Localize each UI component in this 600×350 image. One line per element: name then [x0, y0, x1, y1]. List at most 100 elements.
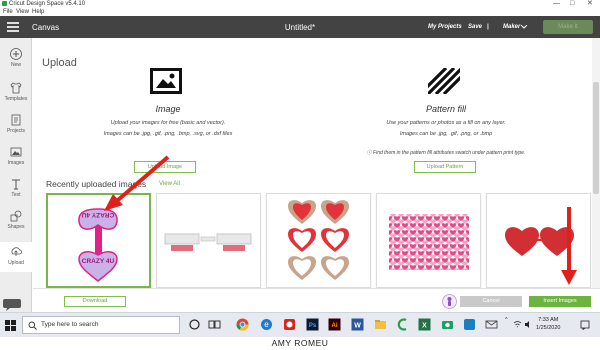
excel-icon[interactable]: X: [418, 318, 431, 331]
illustrator-icon[interactable]: Ai: [328, 318, 341, 331]
windows-taskbar: Type here to search e Ps Ai W X ^ 7:33 A…: [0, 312, 600, 337]
image-option-title: Image: [155, 104, 181, 114]
red-app-icon[interactable]: [283, 318, 296, 331]
photoshop-icon[interactable]: Ps: [306, 318, 319, 331]
sidebar-item-shapes[interactable]: Shapes: [0, 206, 32, 236]
image-option-description: Upload your images for free (basic and v…: [110, 120, 226, 126]
cortana-icon[interactable]: [188, 318, 201, 331]
shirt-icon: [10, 82, 22, 94]
svg-text:Ai: Ai: [332, 323, 338, 329]
menu-help[interactable]: Help: [32, 8, 44, 16]
text-icon: [12, 179, 20, 190]
camera-app-icon[interactable]: [441, 318, 454, 331]
notifications-icon[interactable]: [580, 320, 590, 330]
menu-view[interactable]: View: [16, 8, 29, 16]
svg-text:e: e: [264, 320, 269, 329]
clock[interactable]: 7:33 AM 1/25/2020: [536, 316, 560, 332]
vertical-scrollbar[interactable]: [592, 38, 600, 288]
shapes-icon: [10, 210, 22, 222]
sidebar-item-new[interactable]: New: [0, 44, 32, 74]
upload-icon: [11, 247, 22, 256]
thumbnail-red-hearts[interactable]: [486, 193, 591, 288]
app-header: Canvas Untitled* My Projects Save | Make…: [0, 16, 600, 38]
assistant-avatar-icon[interactable]: [442, 293, 457, 310]
app-window: Cricut Design Space v5.4.10 — □ ✕ File V…: [0, 0, 600, 350]
cricut-design-space-icon[interactable]: [396, 318, 409, 331]
chevron-down-icon[interactable]: [521, 25, 527, 29]
generic-app-icon[interactable]: [463, 318, 476, 331]
edge-icon[interactable]: e: [260, 318, 273, 331]
search-icon: [28, 321, 37, 330]
windows-start-icon[interactable]: [5, 320, 16, 331]
pattern-option-hint: ⓘ Find them in the pattern fill attribut…: [366, 150, 526, 156]
red-hearts-image: [505, 227, 574, 256]
thumbnail-conversation-hearts[interactable]: CRAZY 4U CRAZY 4U: [46, 193, 151, 288]
word-icon[interactable]: W: [351, 318, 364, 331]
view-all-link[interactable]: View All: [159, 181, 180, 187]
clock-date: 1/25/2020: [536, 325, 561, 331]
clock-time: 7:33 AM: [538, 317, 559, 323]
upload-image-button[interactable]: Upload Image: [134, 161, 196, 173]
close-window-button[interactable]: ✕: [587, 0, 593, 8]
thumbnail-heart-pairs[interactable]: [266, 193, 371, 288]
svg-text:W: W: [354, 323, 361, 330]
sidebar-item-text[interactable]: Text: [0, 174, 32, 204]
conversation-hearts-image: CRAZY 4U CRAZY 4U: [78, 208, 118, 282]
search-placeholder: Type here to search: [41, 321, 99, 328]
cricut-app-icon: [2, 1, 7, 6]
sidebar-item-projects[interactable]: Projects: [0, 110, 32, 140]
chrome-icon[interactable]: [236, 318, 249, 331]
scrollbar-thumb[interactable]: [593, 82, 599, 194]
pattern-option-title: Pattern fill: [425, 104, 467, 114]
heart-text-top: CRAZY 4U: [82, 211, 115, 218]
glasses-tags-image: [164, 233, 252, 251]
sidebar-item-images[interactable]: Images: [0, 142, 32, 172]
pattern-fill-icon: [428, 68, 460, 94]
svg-text:X: X: [422, 323, 427, 330]
insert-images-button[interactable]: Insert Images: [529, 296, 591, 307]
chat-bubble-icon[interactable]: [2, 298, 22, 311]
sidebar-item-label: Shapes: [7, 224, 25, 230]
taskbar-search-input[interactable]: Type here to search: [22, 316, 180, 334]
projects-icon: [11, 114, 21, 126]
pattern-option-formats: Images can be .jpg, .gif, .png, or .bmp: [399, 131, 493, 137]
machine-select[interactable]: Maker: [503, 24, 520, 30]
save-link[interactable]: Save: [468, 24, 482, 30]
pattern-upload-option: Pattern fill Use your patterns or photos…: [311, 38, 581, 178]
task-view-icon[interactable]: [208, 318, 221, 331]
cancel-button[interactable]: Cancel: [460, 296, 522, 307]
window-title: Cricut Design Space v5.4.10: [9, 1, 86, 7]
sidebar-item-label: Projects: [6, 128, 26, 134]
file-explorer-icon[interactable]: [374, 318, 387, 331]
volume-icon[interactable]: [524, 320, 533, 329]
tray-chevron-icon[interactable]: ^: [505, 317, 508, 323]
maximize-button[interactable]: □: [570, 0, 574, 8]
download-button[interactable]: Download: [64, 296, 126, 307]
heart-text-bottom: CRAZY 4U: [82, 258, 115, 265]
thumbnail-glasses-tags[interactable]: [156, 193, 261, 288]
my-projects-link[interactable]: My Projects: [428, 24, 462, 30]
sidebar-item-upload[interactable]: Upload: [0, 242, 32, 272]
sidebar-item-label: Upload: [8, 260, 24, 266]
menu-file[interactable]: File: [3, 8, 13, 16]
sidebar-item-label: Images: [7, 160, 25, 166]
minimize-button[interactable]: —: [553, 0, 560, 8]
svg-text:Ps: Ps: [309, 323, 317, 329]
sidebar-item-templates[interactable]: Templates: [0, 78, 32, 108]
image-icon: [10, 147, 22, 157]
make-it-button[interactable]: Make It: [543, 20, 593, 34]
left-sidebar: New Templates Projects Images Text Shape…: [0, 38, 32, 312]
sidebar-item-label: Text: [11, 192, 21, 198]
header-separator: |: [487, 24, 489, 30]
thumbnail-heart-pattern[interactable]: [376, 193, 481, 288]
title-bar: Cricut Design Space v5.4.10 — □ ✕: [0, 0, 600, 8]
image-upload-option: Image Upload your images for free (basic…: [33, 38, 303, 178]
mail-icon[interactable]: [485, 318, 498, 331]
heart-pairs-image: [288, 200, 349, 280]
wifi-icon[interactable]: [513, 320, 522, 329]
image-icon: [150, 68, 182, 94]
action-bar: Download Cancel Insert Images: [33, 288, 600, 312]
upload-pattern-button[interactable]: Upload Pattern: [414, 161, 476, 173]
pattern-option-description: Use your patterns or photos as a fill on…: [386, 120, 506, 126]
menu-bar: File View Help: [0, 8, 600, 16]
